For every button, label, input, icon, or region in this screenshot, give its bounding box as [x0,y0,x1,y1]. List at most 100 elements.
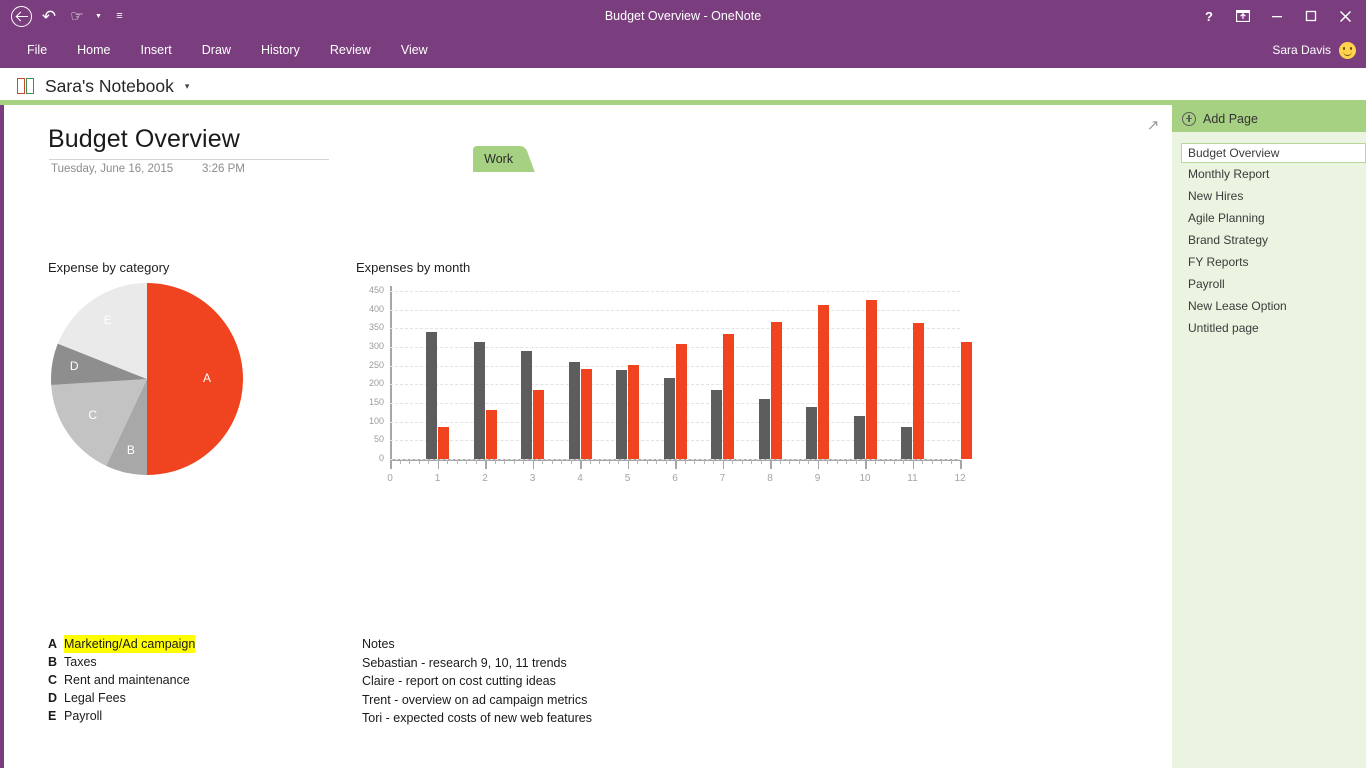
x-axis-tick-label: 7 [708,473,738,484]
ribbon-tab-history[interactable]: History [246,32,315,68]
page-list-pane: Add Page Budget Overview Monthly Report … [1172,105,1366,768]
bar-group [949,291,972,459]
bar-gray-month-9 [806,407,817,459]
ribbon-tab-home[interactable]: Home [62,32,125,68]
x-axis-tick-label: 2 [470,473,500,484]
x-axis-major-tick [628,460,630,469]
x-axis-minor-tick [618,460,619,464]
x-axis-tick-label: 1 [423,473,453,484]
avatar-smiley-icon[interactable] [1339,42,1356,59]
maximize-button[interactable] [1294,1,1328,31]
y-axis-tick-label: 200 [344,378,384,388]
page-item-agile-planning[interactable]: Agile Planning [1182,207,1366,229]
page-item-untitled-page[interactable]: Untitled page [1182,317,1366,339]
x-axis-major-tick [580,460,582,469]
notebook-icon [16,77,36,96]
section-tab-work[interactable]: Work [473,146,524,172]
ribbon-tab-draw[interactable]: Draw [187,32,246,68]
x-axis-minor-tick [571,460,572,464]
legend-label: Marketing/Ad campaign [64,635,195,653]
page-item-monthly-report[interactable]: Monthly Report [1182,163,1366,185]
bar-chart-block: Expenses by month 0501001502002503003504… [356,260,966,498]
pie-label-d: D [70,359,79,373]
ribbon-tab-file[interactable]: File [12,32,62,68]
page-title[interactable]: Budget Overview [48,125,240,154]
bar-red-month-2 [486,410,497,459]
y-axis-tick-label: 50 [344,434,384,444]
x-axis-minor-tick [903,460,904,464]
help-button[interactable]: ? [1192,1,1226,31]
x-axis-minor-tick [704,460,705,464]
x-axis-minor-tick [789,460,790,464]
notes-line: Trent - overview on ad campaign metrics [362,691,592,710]
ribbon-tab-view[interactable]: View [386,32,443,68]
x-axis-minor-tick [827,460,828,464]
bar-gray-month-5 [616,370,627,459]
page-item-new-lease-option[interactable]: New Lease Option [1182,295,1366,317]
x-axis-minor-tick [400,460,401,464]
x-axis-minor-tick [922,460,923,464]
close-button[interactable] [1328,1,1362,31]
x-axis-minor-tick [656,460,657,464]
legend-item: EPayroll [48,707,195,725]
x-axis-minor-tick [742,460,743,464]
expand-page-icon[interactable]: ↗ [1144,117,1162,135]
minimize-button[interactable] [1260,1,1294,31]
x-axis-minor-tick [495,460,496,464]
notebook-selector[interactable]: Sara's Notebook ▾ [10,70,195,102]
notes-block[interactable]: Notes Sebastian - research 9, 10, 11 tre… [362,635,592,728]
x-axis-major-tick [533,460,535,469]
bar-red-month-12 [961,342,972,459]
bar-group [474,291,497,459]
legend-key: E [48,707,64,725]
user-name: Sara Davis [1272,43,1331,57]
x-axis-minor-tick [457,460,458,464]
account-area[interactable]: Sara Davis [1272,32,1356,68]
ribbon-tab-bar: File Home Insert Draw History Review Vie… [0,32,1366,68]
x-axis-major-tick [485,460,487,469]
bar-group [521,291,544,459]
legend-key: D [48,689,64,707]
ribbon-tabs: File Home Insert Draw History Review Vie… [12,32,443,68]
page-item-new-hires[interactable]: New Hires [1182,185,1366,207]
legend-key: B [48,653,64,671]
x-axis-minor-tick [884,460,885,464]
x-axis-major-tick [770,460,772,469]
page-time[interactable]: 3:26 PM [202,163,245,175]
x-axis-minor-tick [780,460,781,464]
page-date[interactable]: Tuesday, June 16, 2015 [51,163,173,175]
ribbon-tab-insert[interactable]: Insert [126,32,187,68]
x-axis-tick-label: 6 [660,473,690,484]
page-item-brand-strategy[interactable]: Brand Strategy [1182,229,1366,251]
x-axis-minor-tick [419,460,420,464]
bar-chart: 0501001502002503003504004500123456789101… [356,283,966,498]
bar-gray-month-3 [521,351,532,459]
x-axis-minor-tick [837,460,838,464]
bar-chart-title: Expenses by month [356,260,966,275]
page-canvas[interactable]: ↗ Budget Overview Tuesday, June 16, 2015… [4,105,1172,768]
x-axis-tick-label: 10 [850,473,880,484]
legend-label: Rent and maintenance [64,671,190,689]
ribbon-display-options-button[interactable] [1226,1,1260,31]
x-axis-minor-tick [466,460,467,464]
y-axis-tick-label: 350 [344,322,384,332]
bar-red-month-11 [913,323,924,459]
x-axis-minor-tick [694,460,695,464]
page-item-fy-reports[interactable]: FY Reports [1182,251,1366,273]
bar-gray-month-2 [474,342,485,459]
notes-line: Claire - report on cost cutting ideas [362,672,592,691]
x-axis-tick-label: 11 [898,473,928,484]
page-item-budget-overview[interactable]: Budget Overview [1181,143,1366,163]
ribbon-tab-review[interactable]: Review [315,32,386,68]
bar-gray-month-6 [664,378,675,459]
add-page-button[interactable]: Add Page [1172,105,1366,132]
x-axis-minor-tick [552,460,553,464]
bar-gray-month-4 [569,362,580,459]
notes-heading: Notes [362,635,592,654]
legend-label: Payroll [64,707,102,725]
bar-group [426,291,449,459]
x-axis-major-tick [818,460,820,469]
legend-label: Legal Fees [64,689,126,707]
page-item-payroll[interactable]: Payroll [1182,273,1366,295]
x-axis-minor-tick [799,460,800,464]
